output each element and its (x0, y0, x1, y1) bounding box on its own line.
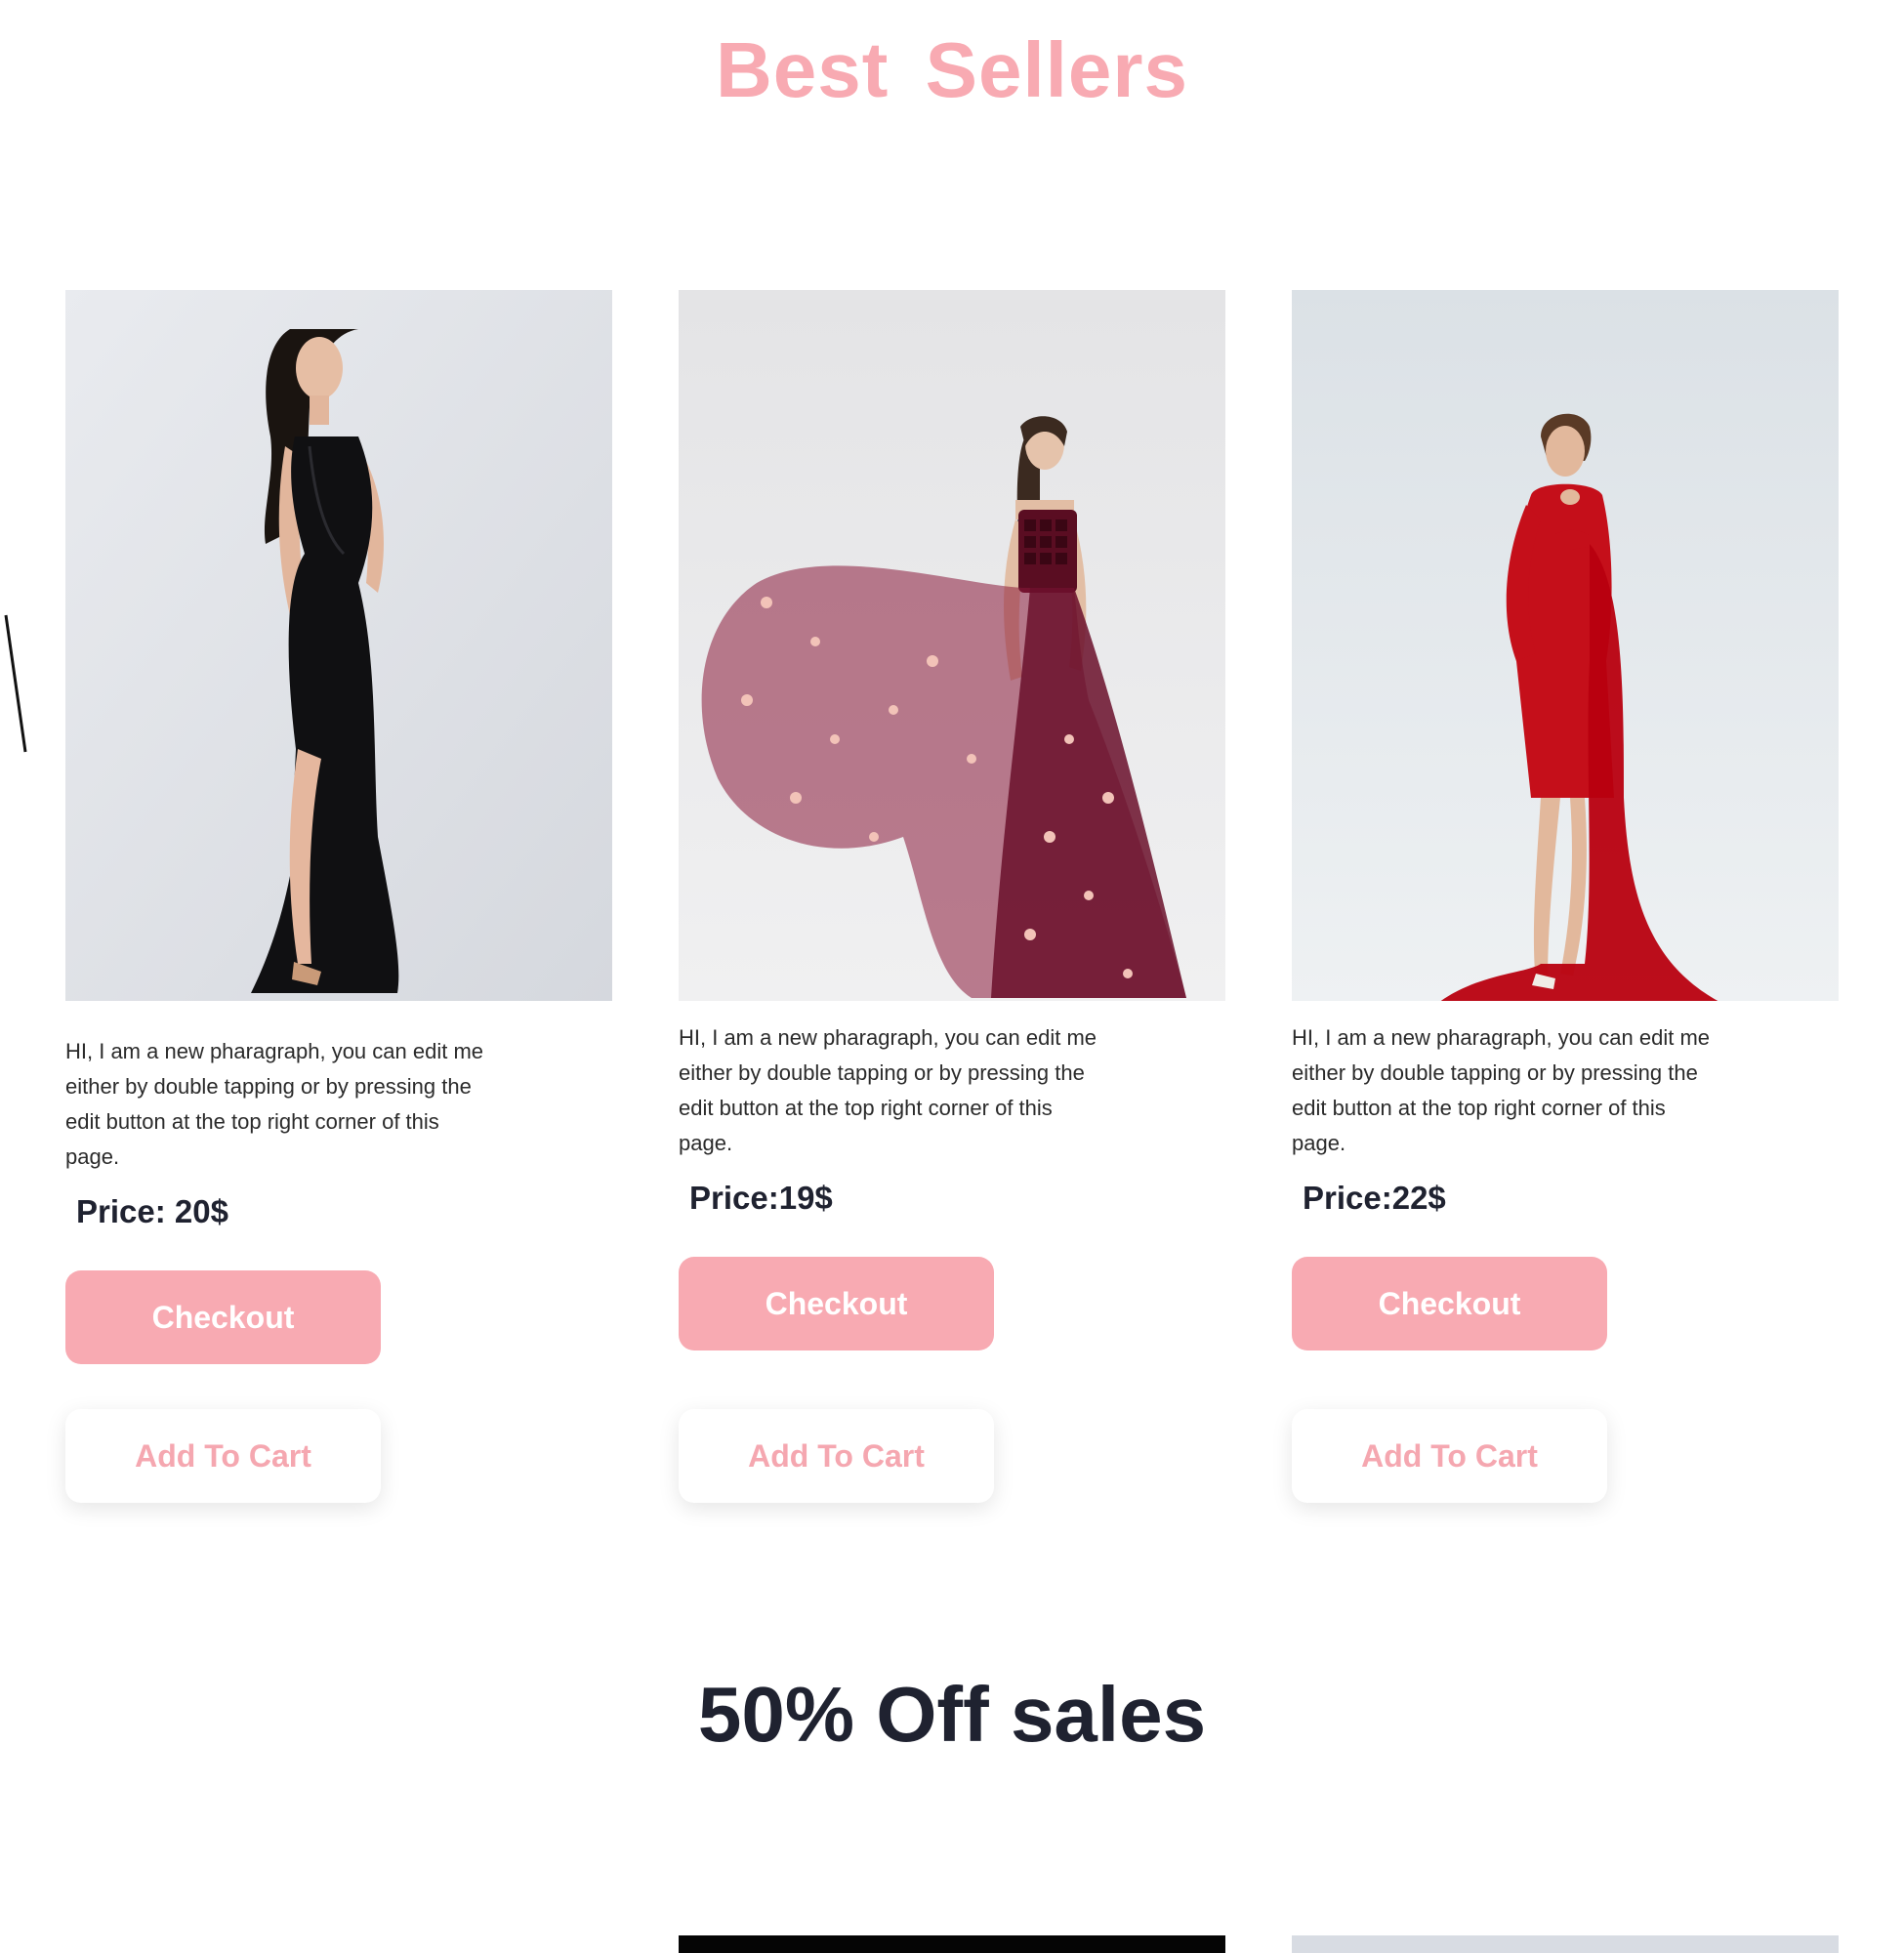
product-card: HI, I am a new pharagraph, you can edit … (679, 290, 1225, 1503)
product-price: Price:22$ (1303, 1180, 1446, 1216)
add-to-cart-button[interactable]: Add To Cart (679, 1409, 994, 1503)
product-price: Price: 20$ (76, 1193, 228, 1229)
product-description: HI, I am a new pharagraph, you can edit … (679, 1025, 1097, 1155)
add-to-cart-button[interactable]: Add To Cart (1292, 1409, 1607, 1503)
product-card: HI, I am a new pharagraph, you can edit … (65, 290, 612, 1503)
product-image[interactable] (679, 290, 1225, 1001)
product-description: HI, I am a new pharagraph, you can edit … (1292, 1025, 1711, 1155)
checkout-button[interactable]: Checkout (1292, 1257, 1607, 1350)
stray-line-mark (4, 614, 27, 753)
checkout-button[interactable]: Checkout (679, 1257, 994, 1350)
sale-section-title: 50% Off sales (697, 1671, 1207, 1758)
product-card: HI, I am a new pharagraph, you can edit … (1292, 290, 1839, 1503)
add-to-cart-button[interactable]: Add To Cart (65, 1409, 381, 1503)
product-image[interactable] (1292, 290, 1839, 1001)
product-image[interactable] (65, 290, 612, 1001)
page-title: Best Sellers (715, 26, 1189, 113)
product-price: Price:19$ (689, 1180, 833, 1216)
sale-product-image-preview (1292, 1935, 1839, 1953)
product-description: HI, I am a new pharagraph, you can edit … (65, 1039, 484, 1169)
checkout-button[interactable]: Checkout (65, 1270, 381, 1364)
sale-product-image-preview (679, 1935, 1225, 1953)
